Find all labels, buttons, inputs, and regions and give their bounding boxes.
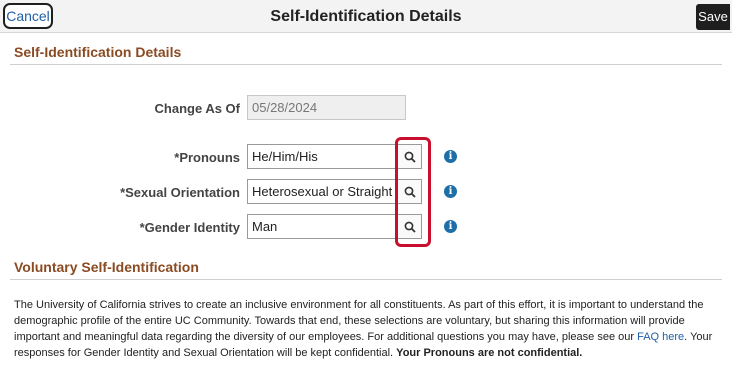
sexual-orientation-label: *Sexual Orientation [120, 185, 240, 200]
section-title-self-identification: Self-Identification Details [14, 44, 182, 60]
save-button[interactable]: Save [696, 4, 730, 30]
change-as-of-label: Change As Of [154, 101, 240, 116]
gender-identity-field[interactable]: Man [247, 214, 396, 239]
sexual-orientation-field[interactable]: Heterosexual or Straight [247, 179, 396, 204]
pronouns-info-icon[interactable]: i [444, 150, 457, 163]
section-title-voluntary: Voluntary Self-Identification [14, 259, 199, 275]
page-header: Self-Identification Details Cancel Save [0, 0, 732, 33]
pronouns-label: *Pronouns [174, 150, 240, 165]
faq-link[interactable]: FAQ here [637, 331, 684, 343]
gender-identity-label: *Gender Identity [139, 220, 240, 235]
cancel-button[interactable]: Cancel [3, 3, 53, 29]
voluntary-description: The University of California strives to … [14, 297, 724, 361]
section-divider [10, 64, 722, 65]
change-as-of-field: 05/28/2024 [247, 95, 406, 120]
lookup-highlight-box [395, 137, 431, 247]
sexual-orientation-info-icon[interactable]: i [444, 185, 457, 198]
pronouns-field[interactable]: He/Him/His [247, 144, 396, 169]
gender-identity-info-icon[interactable]: i [444, 220, 457, 233]
pronouns-not-confidential-note: Your Pronouns are not confidential. [396, 347, 583, 359]
page-title: Self-Identification Details [270, 8, 462, 25]
description-text: The University of California strives to … [14, 299, 704, 343]
section-divider [10, 279, 722, 280]
